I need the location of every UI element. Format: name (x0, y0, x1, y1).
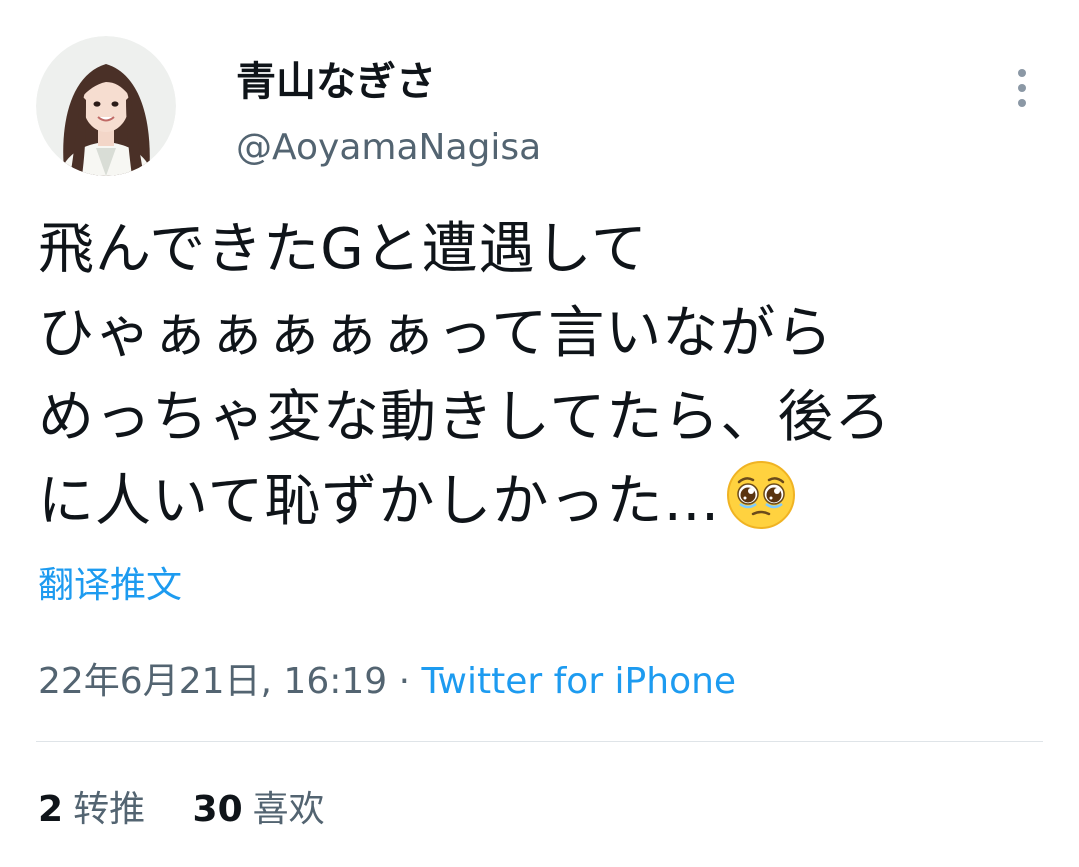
tweet-line: めっちゃ変な動きしてたら、後ろ (38, 385, 892, 450)
tweet-line: 飛んできたGと遭遇して (38, 217, 648, 282)
tweet-line-last: に人いて恥ずかしかった… (38, 460, 1048, 544)
retweets-label: 转推 (73, 789, 146, 830)
likes-count: 30 (192, 789, 243, 830)
avatar[interactable] (36, 36, 176, 176)
retweets-count: 2 (38, 789, 64, 830)
tweet-meta: 22年6月21日, 16:19 · Twitter for iPhone (38, 658, 736, 706)
tweet-text: 飛んできたGと遭遇してひゃぁぁぁぁぁって言いながら めっちゃ変な動きしてたら、後ろ… (38, 208, 1048, 544)
tweet-line: に人いて恥ずかしかった… (38, 469, 721, 534)
more-vertical-icon[interactable] (1015, 68, 1029, 108)
user-handle[interactable]: @AoyamaNagisa (236, 126, 541, 170)
tweet: 青山なぎさ @AoyamaNagisa 飛んできたGと遭遇してひゃぁぁぁぁぁって… (0, 0, 1079, 867)
tweet-line: ひゃぁぁぁぁぁって言いながら (38, 301, 834, 366)
likes-label: 喜欢 (252, 789, 325, 830)
pleading-face-emoji-icon (726, 460, 796, 530)
meta-separator: · (398, 661, 411, 702)
likes-stat[interactable]: 30 喜欢 (193, 786, 325, 834)
tweet-stats: 2 转推 30 喜欢 (38, 786, 361, 834)
display-name[interactable]: 青山なぎさ (236, 58, 541, 106)
tweet-timestamp[interactable]: 22年6月21日, 16:19 (38, 661, 387, 702)
translate-tweet-link[interactable]: 翻译推文 (38, 564, 182, 608)
divider (36, 741, 1043, 742)
tweet-header: 青山なぎさ @AoyamaNagisa (36, 36, 1043, 176)
avatar-image (36, 36, 176, 176)
tweet-source-link[interactable]: Twitter for iPhone (422, 661, 737, 702)
retweets-stat[interactable]: 2 转推 (38, 786, 145, 834)
user-names: 青山なぎさ @AoyamaNagisa (236, 58, 541, 170)
